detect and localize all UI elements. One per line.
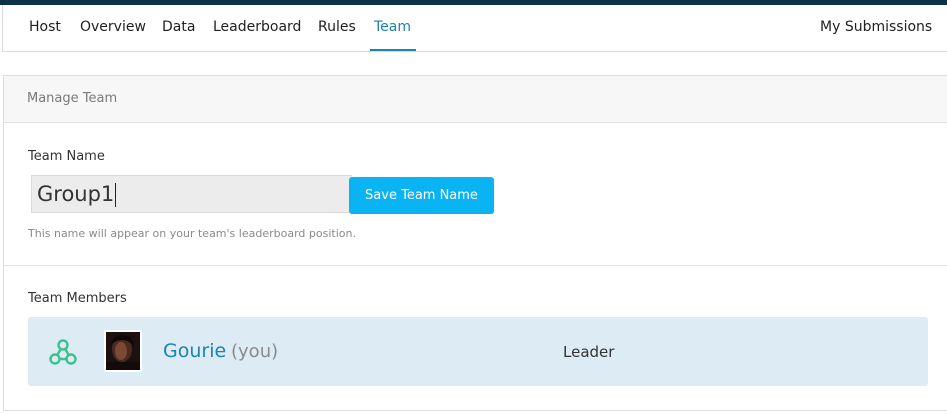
nav-team[interactable]: Team (374, 19, 411, 35)
nav-overview[interactable]: Overview (80, 19, 146, 35)
card-title: Manage Team (27, 91, 118, 106)
nav-leaderboard[interactable]: Leaderboard (213, 19, 301, 35)
text-caret (115, 183, 116, 207)
avatar-image (106, 332, 140, 370)
member-role: Leader (563, 343, 615, 361)
team-name-hint: This name will appear on your team's lea… (28, 227, 356, 240)
manage-team-card: Manage Team Team Name Save Team Name Thi… (3, 75, 947, 411)
card-header: Manage Team (4, 76, 947, 123)
member-name[interactable]: Gourie (163, 340, 226, 362)
section-divider (4, 265, 947, 266)
nav-my-submissions[interactable]: My Submissions (820, 19, 932, 35)
team-members-label: Team Members (28, 291, 127, 306)
team-leader-icon (49, 339, 77, 365)
member-you-tag: (you) (231, 341, 279, 362)
nav-data[interactable]: Data (162, 19, 195, 35)
nav-host[interactable]: Host (29, 19, 61, 35)
nav-active-underline (370, 49, 416, 51)
avatar (104, 330, 142, 372)
competition-nav: Host Overview Data Leaderboard Rules Tea… (2, 5, 947, 52)
team-name-input[interactable] (31, 175, 352, 213)
save-team-name-button[interactable]: Save Team Name (349, 177, 494, 214)
team-member-row: Gourie (you) Leader (28, 317, 928, 386)
team-name-label: Team Name (28, 149, 105, 164)
nav-rules[interactable]: Rules (318, 19, 356, 35)
